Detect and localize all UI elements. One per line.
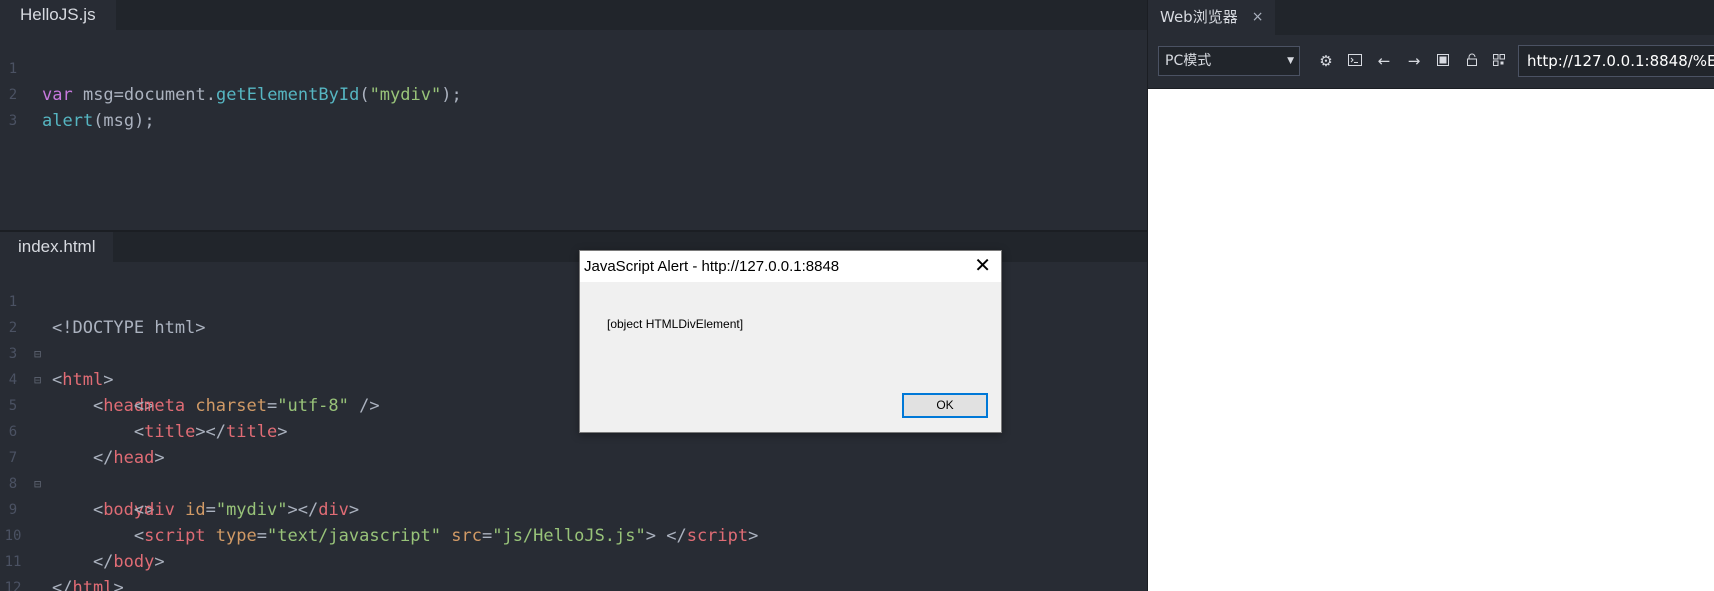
code-line: 8 <div id="mydiv"></div>: [0, 445, 1147, 520]
code-line: 12: [0, 549, 1147, 591]
web-browser-panel: Web浏览器 × PC模式 ▼ ⚙ ← → http://127.0.0.1:8…: [1147, 0, 1714, 591]
lock-icon[interactable]: [1461, 50, 1483, 72]
settings-icon[interactable]: ⚙: [1315, 50, 1337, 72]
code-line: 1 var msg=document.getElementById("mydiv…: [0, 30, 1147, 105]
line-number: 3: [8, 113, 18, 129]
chevron-down-icon: ▼: [1287, 56, 1294, 66]
close-icon[interactable]: ✕: [974, 251, 991, 280]
tab-hellojs[interactable]: HelloJS.js: [0, 0, 116, 30]
dialog-titlebar: JavaScript Alert - http://127.0.0.1:8848…: [580, 251, 1001, 282]
browser-viewport[interactable]: [1148, 89, 1714, 591]
code-line: 2 alert(msg);: [0, 56, 1147, 131]
browser-tabbar: Web浏览器 ×: [1148, 0, 1714, 35]
back-icon[interactable]: ←: [1373, 50, 1395, 72]
qrcode-icon[interactable]: [1488, 50, 1510, 72]
close-icon[interactable]: ×: [1252, 0, 1264, 35]
js-editor-pane[interactable]: 1 var msg=document.getElementById("mydiv…: [0, 30, 1147, 230]
code-line: 10 </body>: [0, 497, 1147, 572]
browser-tab-label: Web浏览器: [1160, 8, 1238, 26]
top-tabbar: HelloJS.js: [0, 0, 1147, 30]
forward-icon[interactable]: →: [1403, 50, 1425, 72]
code-line: 9 <script type="text/javascript" src="js…: [0, 471, 1147, 546]
javascript-alert-dialog: JavaScript Alert - http://127.0.0.1:8848…: [579, 250, 1002, 433]
tab-index-html[interactable]: index.html: [0, 232, 114, 262]
browser-toolbar: PC模式 ▼ ⚙ ← → http://127.0.0.1:8848/%E: [1148, 35, 1714, 89]
app-root: HelloJS.js 1 var msg=document.getElement…: [0, 0, 1714, 591]
code-line: 11 </html>: [0, 523, 1147, 591]
code-line: 3: [0, 82, 1147, 129]
dialog-title: JavaScript Alert - http://127.0.0.1:8848: [584, 258, 840, 275]
console-icon[interactable]: [1344, 50, 1366, 72]
line-number: 12: [4, 580, 22, 591]
mode-select[interactable]: PC模式 ▼: [1158, 46, 1300, 76]
ok-button[interactable]: OK: [902, 393, 988, 418]
mode-select-value: PC模式: [1165, 53, 1212, 69]
screenshot-icon[interactable]: [1432, 50, 1454, 72]
tab-web-browser[interactable]: Web浏览器 ×: [1148, 0, 1276, 35]
url-input[interactable]: http://127.0.0.1:8848/%E: [1518, 45, 1714, 77]
dialog-message: [object HTMLDivElement]: [607, 317, 744, 331]
